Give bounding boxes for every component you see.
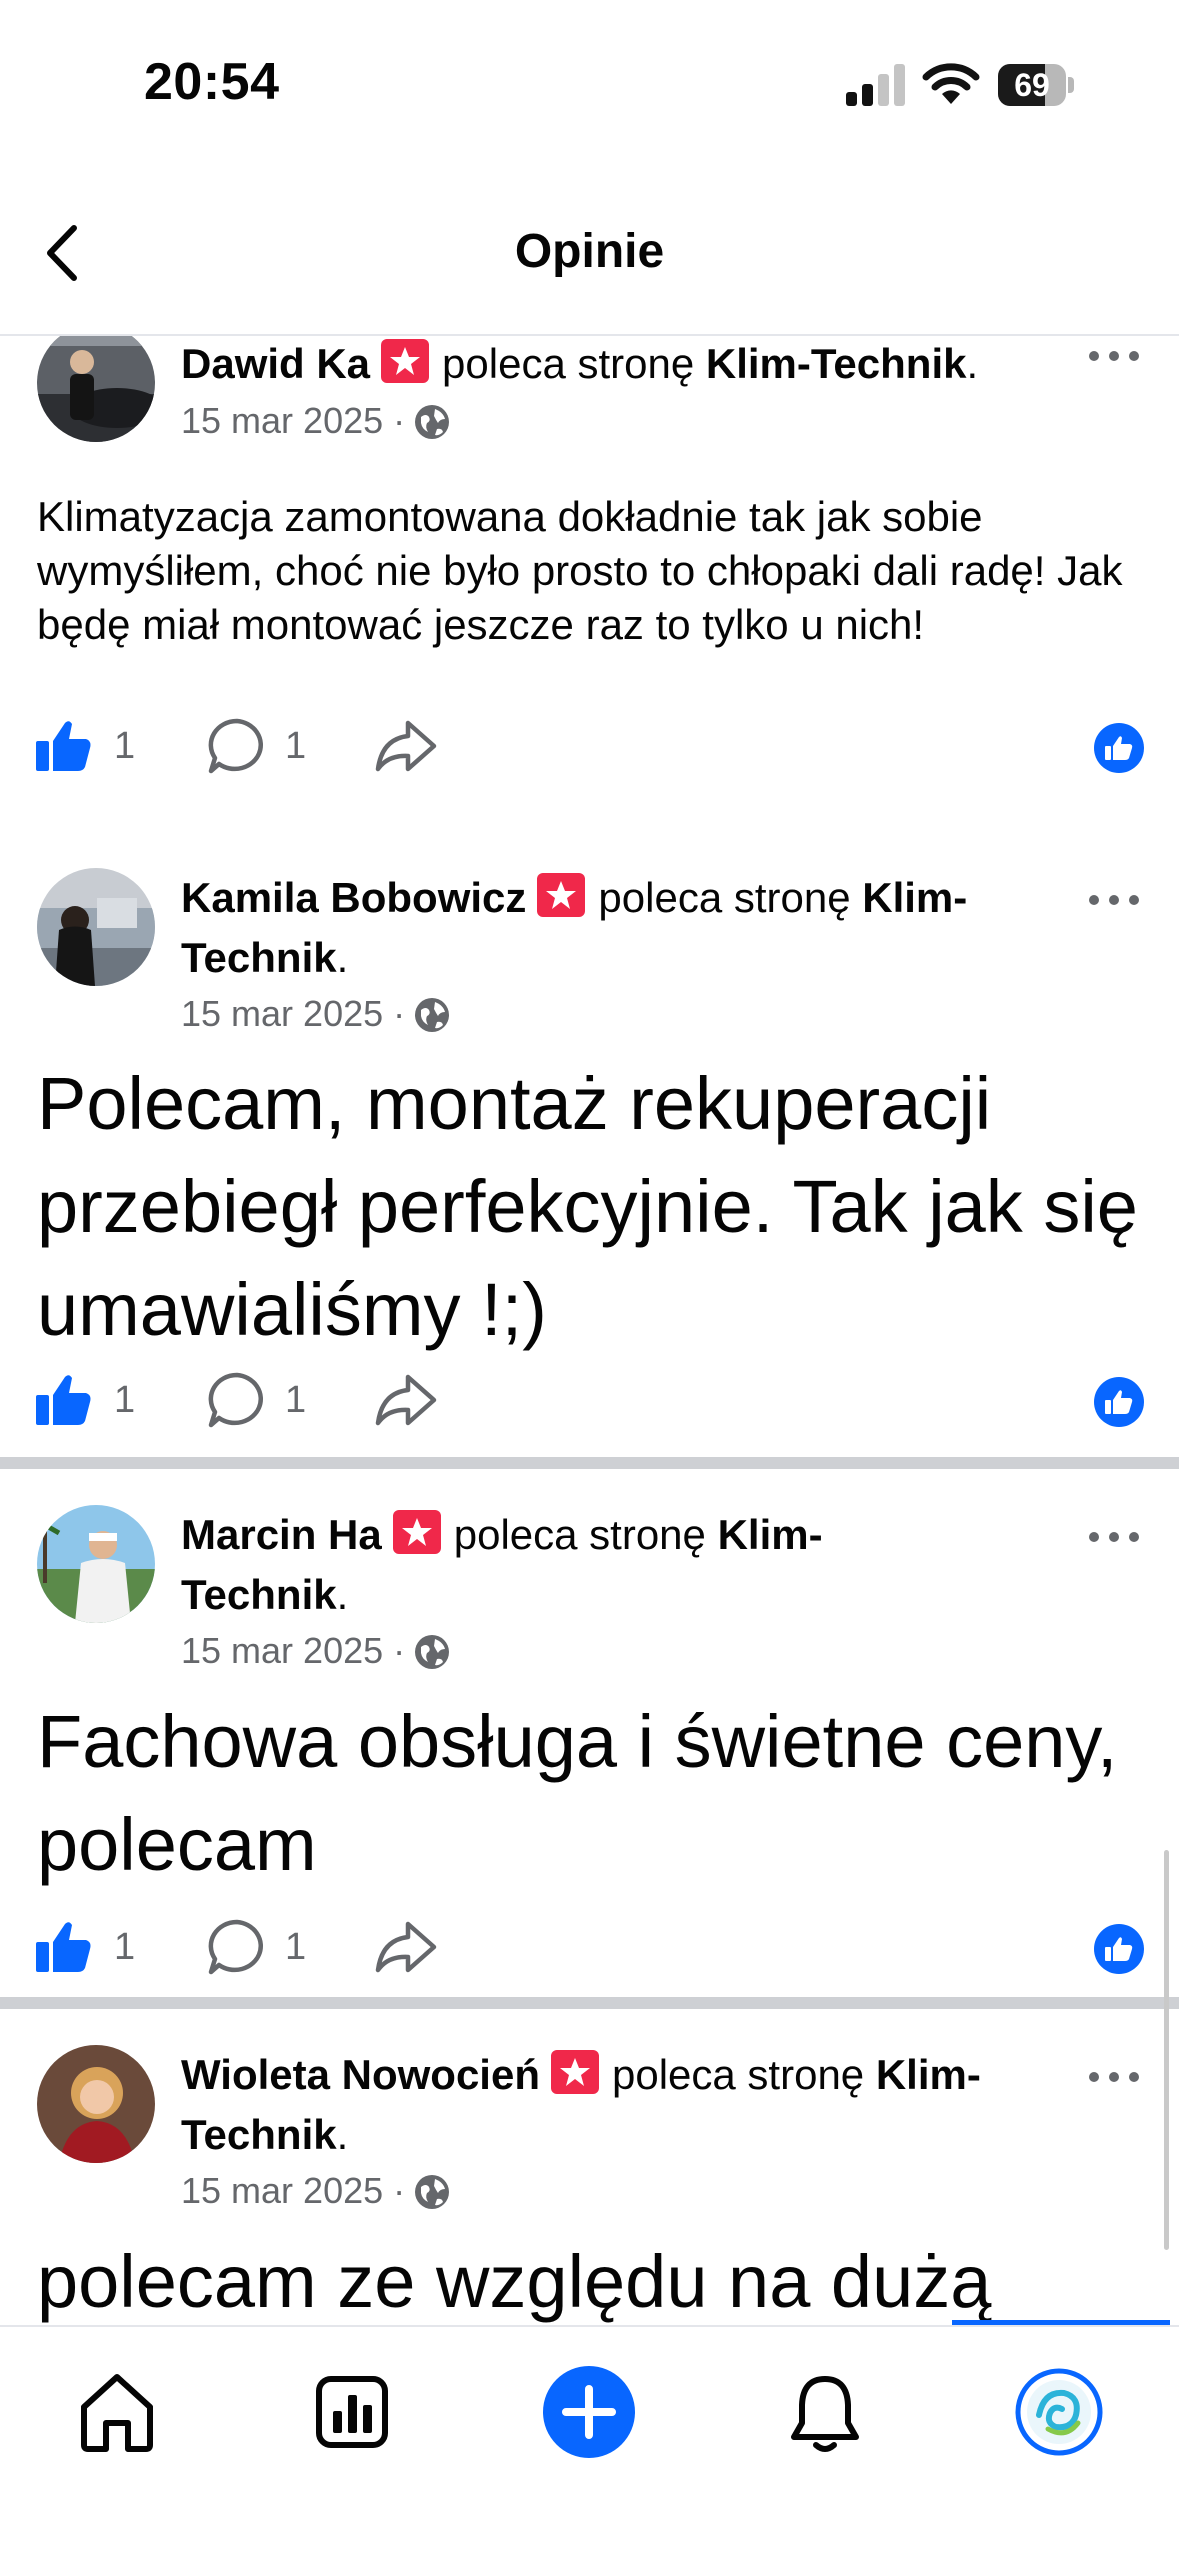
post-date-text: 15 mar 2025 ·	[181, 400, 406, 441]
review-text: Polecam, montaż rekuperacji przebiegł pe…	[37, 1062, 1138, 1351]
review-text: Klimatyzacja zamontowana dokładnie tak j…	[37, 493, 1123, 648]
page-link[interactable]: Technik	[181, 934, 337, 981]
post-date[interactable]: 15 mar 2025 ·	[181, 399, 451, 443]
more-options-icon[interactable]	[1084, 880, 1144, 920]
home-indicator	[414, 2530, 764, 2540]
review-post: Marcin Ha poleca stronę Klim- Technik. 15 …	[0, 1469, 1179, 2009]
author-name[interactable]: Dawid Ka	[181, 340, 370, 387]
recommend-text: poleca stronę	[598, 874, 851, 921]
post-date[interactable]: 15 mar 2025 ·	[181, 2169, 451, 2213]
page-link[interactable]: Technik	[181, 1571, 337, 1618]
more-options-icon[interactable]	[1084, 336, 1144, 376]
post-divider	[0, 1997, 1179, 2009]
page-link-end: .	[336, 2111, 349, 2158]
status-time: 20:54	[144, 53, 280, 111]
home-icon[interactable]	[62, 2357, 172, 2467]
avatar[interactable]	[37, 1505, 155, 1623]
share-icon[interactable]	[372, 711, 442, 781]
page-link-end: .	[336, 934, 349, 981]
review-text: polecam ze względu na dużą	[37, 2240, 992, 2323]
post-actions: 1 1	[0, 1912, 1179, 1982]
wifi-icon	[922, 63, 980, 104]
comment-icon	[208, 1919, 263, 1975]
recommend-flag-icon	[537, 873, 586, 917]
page-title: Opinie	[514, 225, 665, 278]
page-link-end: .	[966, 340, 979, 387]
like-icon	[36, 1922, 91, 1972]
comment-count: 1	[285, 1926, 307, 1968]
page-link[interactable]: Klim-	[718, 1511, 823, 1558]
recommend-text: poleca stronę	[453, 1511, 706, 1558]
profile-icon[interactable]	[1004, 2357, 1114, 2467]
review-post: Kamila Bobowicz poleca stronę Klim- Techni…	[0, 824, 1179, 1469]
share-icon[interactable]	[372, 1365, 442, 1435]
post-divider	[0, 1457, 1179, 1469]
avatar[interactable]	[37, 336, 155, 442]
author-name[interactable]: Kamila Bobowicz	[181, 874, 526, 921]
comment-icon	[208, 718, 263, 774]
like-reaction-badge-icon[interactable]	[1094, 723, 1144, 773]
more-options-icon[interactable]	[1084, 2057, 1144, 2097]
page-link[interactable]: Klim-	[862, 874, 967, 921]
comment-count: 1	[285, 1379, 307, 1421]
bottom-tab-bar	[0, 2325, 1179, 2558]
page-link[interactable]: Technik	[181, 2111, 337, 2158]
post-date[interactable]: 15 mar 2025 ·	[181, 992, 451, 1036]
comment-count: 1	[285, 725, 307, 767]
page-link[interactable]: Klim-	[876, 2051, 981, 2098]
reviews-feed[interactable]: Dawid Ka poleca stronę Klim-Technik. 15 m…	[0, 336, 1179, 2324]
like-reaction-badge-icon[interactable]	[1094, 1924, 1144, 1974]
review-text: Fachowa obsługa i świetne ceny, polecam	[37, 1700, 1118, 1886]
globe-icon	[415, 1635, 450, 1669]
post-date-text: 15 mar 2025 ·	[181, 993, 406, 1034]
globe-icon	[415, 405, 450, 439]
recommend-text: poleca stronę	[612, 2051, 865, 2098]
author-name[interactable]: Wioleta Nowocień	[181, 2051, 540, 2098]
like-count: 1	[114, 725, 136, 767]
notifications-icon[interactable]	[770, 2357, 880, 2467]
avatar[interactable]	[37, 868, 155, 986]
like-icon	[36, 1375, 91, 1425]
review-post: Wioleta Nowocień poleca stronę Klim- Techn…	[0, 2009, 1179, 2324]
like-reaction-badge-icon[interactable]	[1094, 1377, 1144, 1427]
like-count: 1	[114, 1379, 136, 1421]
like-icon	[36, 721, 91, 771]
battery-icon: 69	[998, 64, 1074, 106]
cellular-signal-icon	[846, 62, 906, 106]
nav-header: Opinie	[0, 170, 1179, 336]
more-options-icon[interactable]	[1084, 1517, 1144, 1557]
status-bar: 20:54 69	[0, 0, 1179, 170]
globe-icon	[415, 2175, 450, 2209]
comment-icon	[208, 1372, 263, 1428]
globe-icon	[415, 998, 450, 1032]
post-date-text: 15 mar 2025 ·	[181, 2170, 406, 2211]
share-icon[interactable]	[372, 1912, 442, 1982]
post-actions: 1 1	[0, 1365, 1179, 1435]
post-actions: 1 1	[0, 711, 1179, 781]
scrollbar[interactable]	[1164, 1850, 1169, 2250]
post-date-text: 15 mar 2025 ·	[181, 1630, 406, 1671]
create-icon[interactable]	[534, 2357, 644, 2467]
recommend-flag-icon	[392, 1510, 441, 1554]
battery-percentage: 69	[1014, 67, 1050, 103]
page-link[interactable]: Klim-Technik	[706, 340, 967, 387]
page-link-end: .	[336, 1571, 349, 1618]
avatar[interactable]	[37, 2045, 155, 2163]
post-date[interactable]: 15 mar 2025 ·	[181, 1629, 451, 1673]
recommend-flag-icon	[381, 339, 430, 383]
recommend-text: poleca stronę	[442, 340, 695, 387]
insights-icon[interactable]	[297, 2357, 407, 2467]
like-count: 1	[114, 1926, 136, 1968]
recommend-flag-icon	[551, 2050, 599, 2094]
author-name[interactable]: Marcin Ha	[181, 1511, 382, 1558]
